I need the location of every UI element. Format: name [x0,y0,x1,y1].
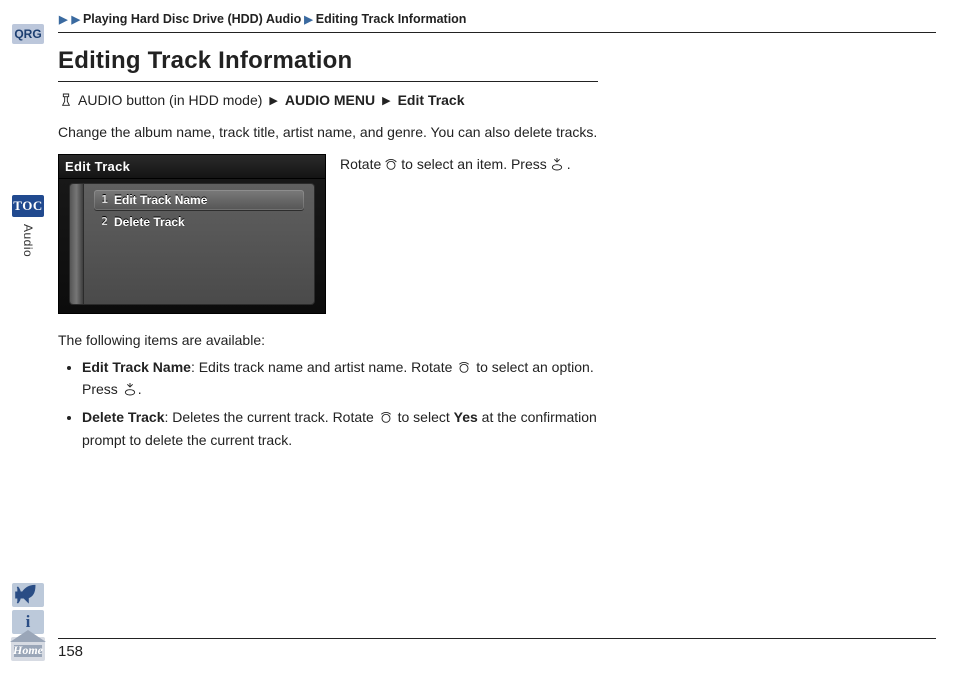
screen-item-delete-track: 2 Delete Track [94,212,304,232]
available-label: The following items are available: [58,332,936,348]
option-text: . [138,381,142,397]
section-label-audio: Audio [21,224,35,257]
caption-text: . [567,156,571,172]
press-button-icon [122,381,138,397]
option-text: to select [398,409,450,425]
options-list: Edit Track Name: Edits track name and ar… [58,356,598,452]
screen-item-edit-track-name: 1 Edit Track Name [94,190,304,210]
rotary-dial-icon [378,409,394,425]
chevron-right-icon: ▶ [304,13,312,26]
screen-item-label: Delete Track [114,215,185,229]
page-number: 158 [58,638,936,660]
home-icon[interactable]: Home [11,637,45,661]
option-name: Edit Track Name [82,359,191,375]
page-title: Editing Track Information [58,47,936,75]
breadcrumb: ▶ ▶ Playing Hard Disc Drive (HDD) Audio … [58,12,936,26]
rotary-dial-icon [456,359,472,375]
press-button-icon [549,156,565,172]
side-rail: QRG TOC Audio i Home [8,10,48,664]
nav-pre: AUDIO button (in HDD mode) [78,92,262,108]
screen-item-number: 1 [98,193,108,206]
triangle-right-icon: ▶ [382,94,390,107]
caption-text: Rotate [340,156,381,172]
divider [58,81,598,82]
chevron-right-icon: ▶ [71,13,79,26]
option-text: : Deletes the current track. Rotate [165,409,374,425]
nav-path: AUDIO button (in HDD mode) ▶ AUDIO MENU … [58,92,936,108]
list-item: Delete Track: Deletes the current track.… [82,406,598,451]
nav-edit-track: Edit Track [398,92,465,108]
chevron-right-icon: ▶ [59,13,67,26]
option-yes: Yes [454,409,478,425]
breadcrumb-section[interactable]: Playing Hard Disc Drive (HDD) Audio [83,12,301,26]
breadcrumb-page[interactable]: Editing Track Information [316,12,467,26]
option-text: : Edits track name and artist name. Rota… [191,359,452,375]
list-item: Edit Track Name: Edits track name and ar… [82,356,598,401]
qrg-badge[interactable]: QRG [12,24,44,44]
screen-item-number: 2 [98,215,108,228]
caption-text: to select an item. Press [401,156,547,172]
voice-icon[interactable] [12,583,44,607]
screen-item-label: Edit Track Name [114,193,207,207]
nav-audio-menu: AUDIO MENU [285,92,375,108]
figure-caption: Rotate to select an item. Press . [340,154,571,172]
selector-icon [58,92,74,108]
intro-text: Change the album name, track title, arti… [58,122,598,144]
option-name: Delete Track [82,409,165,425]
divider [58,32,936,33]
screen-tab-handle [69,183,83,305]
rotary-dial-icon [383,156,399,172]
toc-badge[interactable]: TOC [12,195,44,217]
screen-header: Edit Track [59,155,325,179]
device-screenshot: Edit Track 1 Edit Track Name 2 Delete Tr… [58,154,326,314]
triangle-right-icon: ▶ [269,94,277,107]
